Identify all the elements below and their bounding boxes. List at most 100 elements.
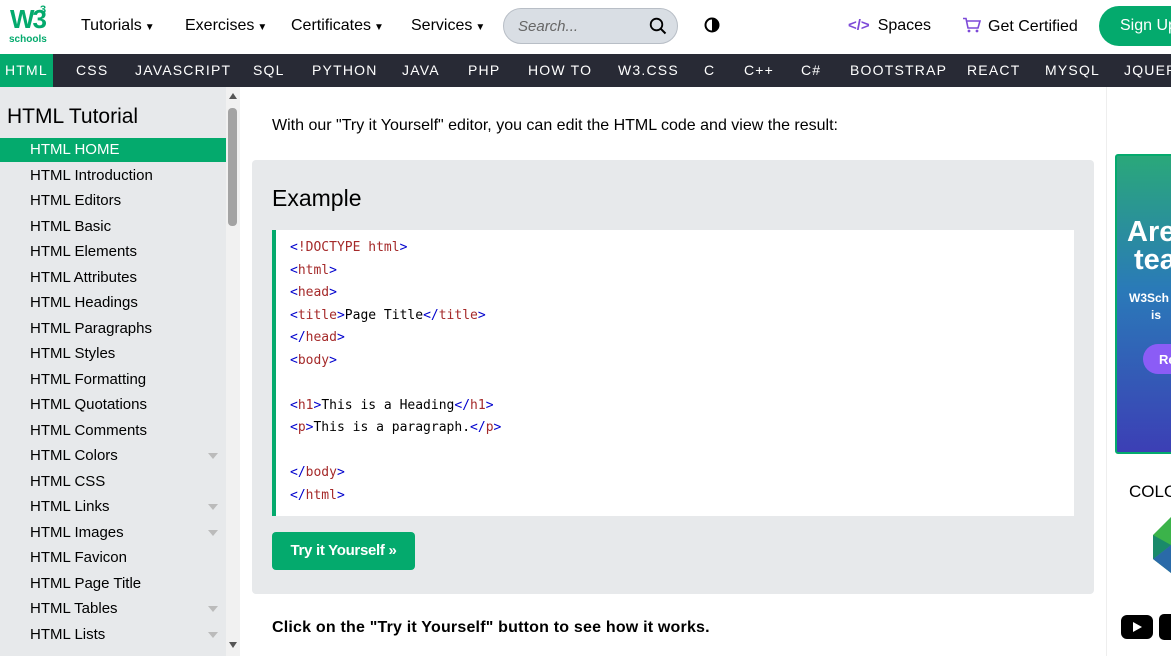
topic-react[interactable]: REACT <box>967 54 1020 87</box>
sidebar-item[interactable]: HTML Introduction <box>0 164 226 188</box>
color-picker-heading: COLO <box>1129 482 1171 501</box>
code-line: <body> <box>290 352 337 368</box>
sidebar-item[interactable]: HTML CSS <box>0 470 226 494</box>
example-box: Example <!DOCTYPE html> <html> <head> <titl… <box>252 160 1094 594</box>
w3schools-logo[interactable]: W3 3 schools <box>6 4 52 48</box>
scroll-down-icon[interactable] <box>229 642 237 648</box>
sidebar-item[interactable]: HTML Basic <box>0 215 226 239</box>
sidebar-item-label: HTML Introduction <box>30 166 153 184</box>
sidebar-item-label: HTML Links <box>30 498 110 515</box>
sidebar-item[interactable]: HTML Links <box>0 495 226 519</box>
caret-down-icon: ▼ <box>257 22 268 33</box>
menu-exercises-label: Exercises <box>185 17 255 34</box>
get-certified-link[interactable]: Get Certified <box>962 17 1078 36</box>
sidebar-item-label: HTML Comments <box>30 421 147 439</box>
sidebar-item-label: HTML Editors <box>30 192 122 209</box>
topic-python[interactable]: PYTHON <box>312 54 378 87</box>
sidebar-item-label: HTML Formatting <box>30 370 147 388</box>
topic-php[interactable]: PHP <box>468 54 500 87</box>
sidebar-scrollbar[interactable] <box>226 87 240 656</box>
scroll-up-icon[interactable] <box>229 93 237 99</box>
sidebar-item[interactable]: HTML Favicon <box>0 546 226 570</box>
topic-jquery[interactable]: JQUERY <box>1124 54 1171 87</box>
color-picker-hexagon-icon[interactable] <box>1151 515 1171 575</box>
ad-subtext-line-2: is <box>1151 308 1162 322</box>
caret-down-icon: ▼ <box>475 22 486 33</box>
topic-java[interactable]: JAVA <box>402 54 440 87</box>
sidebar-item-label: HTML Basic <box>30 217 112 235</box>
sidebar-item[interactable]: HTML Colors <box>0 444 226 468</box>
sidebar-item[interactable]: HTML Formatting <box>0 368 226 392</box>
sidebar-item-label: HTML Paragraphs <box>30 319 152 337</box>
sidebar-item[interactable]: HTML Tables <box>0 597 226 621</box>
code-example: <!DOCTYPE html> <html> <head> <title>Page T… <box>272 230 1074 516</box>
advertisement-banner[interactable]: Are tea W3Sch is Re <box>1115 154 1171 454</box>
expand-arrow-icon[interactable] <box>208 504 218 510</box>
sign-up-button[interactable]: Sign Up <box>1099 6 1171 46</box>
sidebar-item[interactable]: HTML Headings <box>0 291 226 315</box>
sidebar-item-label: HTML Tables <box>30 600 118 617</box>
intro-text: With our "Try it Yourself" editor, you c… <box>272 117 838 134</box>
expand-arrow-icon[interactable] <box>208 529 218 536</box>
topic-c[interactable]: C <box>704 54 715 87</box>
main-content: With our "Try it Yourself" editor, you c… <box>240 87 1106 656</box>
sidebar-item[interactable]: HTML Elements <box>0 240 226 264</box>
code-line: <head> <box>290 285 337 300</box>
sidebar-item[interactable]: HTML Images <box>0 521 226 545</box>
sidebar-item-label: HTML HOME <box>30 141 120 158</box>
search-box <box>503 8 678 44</box>
sidebar-item[interactable]: HTML Quotations <box>0 393 226 417</box>
topic-javascript[interactable]: JAVASCRIPT <box>135 54 231 87</box>
menu-certificates-label: Certificates <box>291 17 372 34</box>
sidebar-item-label: HTML Attributes <box>30 268 137 286</box>
topic-html[interactable]: HTML <box>0 54 53 87</box>
search-input[interactable] <box>518 16 648 36</box>
expand-arrow-icon[interactable] <box>208 606 218 612</box>
menu-services[interactable]: Services ▼ <box>411 17 485 35</box>
topic-how-to[interactable]: HOW TO <box>528 54 592 87</box>
sidebar-item[interactable]: HTML Styles <box>0 342 226 366</box>
topic-sql[interactable]: SQL <box>253 54 285 87</box>
sidebar-item[interactable]: HTML Paragraphs <box>0 317 226 341</box>
cart-icon <box>963 17 982 33</box>
code-line: <html> <box>290 262 337 278</box>
ad-button[interactable]: Re <box>1143 344 1171 374</box>
code-line: <title>Page Title</title> <box>290 307 486 323</box>
menu-certificates[interactable]: Certificates ▼ <box>291 17 384 35</box>
linkedin-icon[interactable] <box>1159 614 1171 640</box>
topic-cpp[interactable]: C++ <box>744 54 774 87</box>
ad-subtext: W3Sch is <box>1129 290 1169 324</box>
search-icon[interactable] <box>649 17 667 35</box>
get-certified-label: Get Certified <box>988 18 1078 35</box>
sidebar-item[interactable]: HTML HOME <box>0 138 226 162</box>
spaces-link[interactable]: </> Spaces <box>848 17 931 35</box>
expand-arrow-icon[interactable] <box>208 631 218 638</box>
sidebar-item[interactable]: HTML Page Title <box>0 572 226 596</box>
instruction-text: Click on the "Try it Yourself" button to… <box>272 619 710 636</box>
youtube-icon[interactable] <box>1121 615 1153 639</box>
ad-subtext-line-1: W3Sch <box>1129 291 1170 305</box>
expand-arrow-icon[interactable] <box>208 453 218 459</box>
try-it-yourself-button[interactable]: Try it Yourself » <box>272 532 415 570</box>
topic-bootstrap[interactable]: BOOTSTRAP <box>850 54 947 87</box>
sidebar-item-label: HTML Styles <box>30 345 116 362</box>
scrollbar-thumb[interactable] <box>228 108 237 226</box>
topic-mysql[interactable]: MYSQL <box>1045 54 1100 87</box>
ad-headline-line-2: tea <box>1134 244 1171 276</box>
sidebar-item-label: HTML Headings <box>30 294 138 311</box>
code-line: <h1>This is a Heading</h1> <box>290 397 494 413</box>
caret-down-icon: ▼ <box>374 22 384 33</box>
dark-mode-toggle-icon[interactable] <box>704 17 720 33</box>
play-icon <box>1133 622 1142 632</box>
sidebar-item[interactable]: HTML Editors <box>0 189 226 213</box>
sidebar-item-label: HTML Images <box>30 523 124 541</box>
sidebar-item[interactable]: HTML Comments <box>0 419 226 443</box>
sidebar-item[interactable]: HTML Attributes <box>0 266 226 290</box>
menu-exercises[interactable]: Exercises ▼ <box>185 17 267 35</box>
topic-csharp[interactable]: C# <box>801 54 821 87</box>
topic-css[interactable]: CSS <box>76 54 108 87</box>
menu-tutorials[interactable]: Tutorials ▼ <box>81 17 155 35</box>
sidebar-item[interactable]: HTML Lists <box>0 623 226 647</box>
topic-w3css[interactable]: W3.CSS <box>618 54 679 87</box>
sidebar-item-label: HTML Colors <box>30 447 118 464</box>
